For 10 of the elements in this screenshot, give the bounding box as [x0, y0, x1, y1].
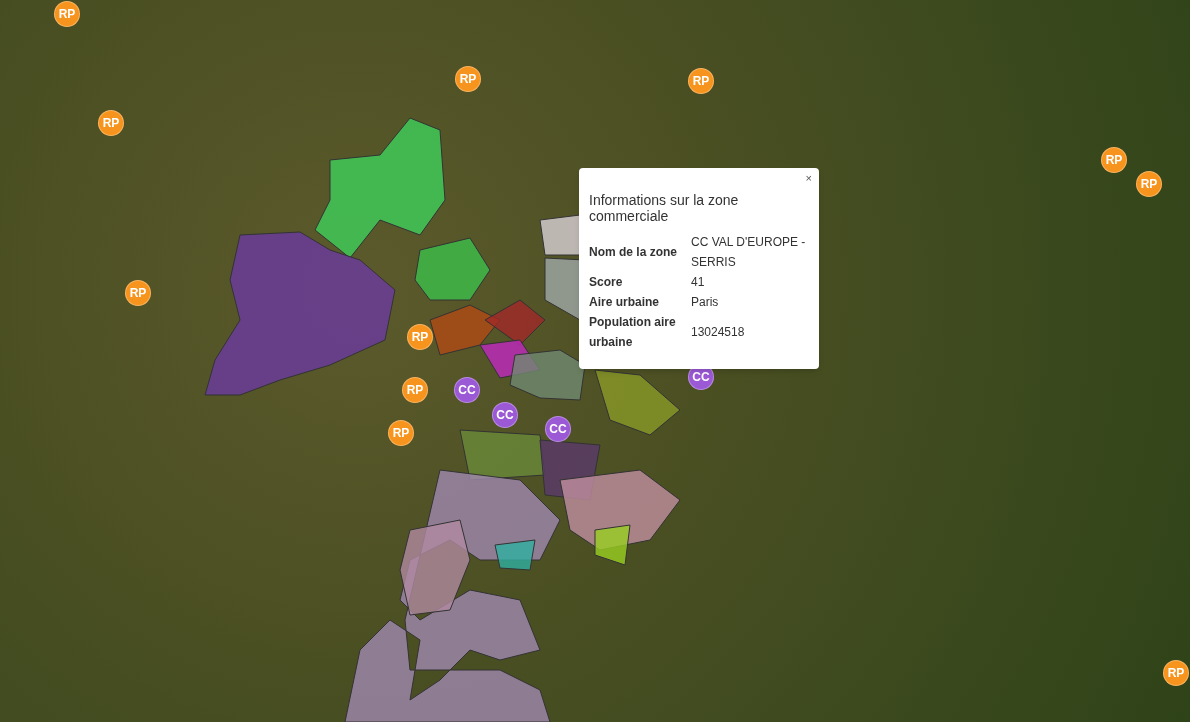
field-label: Population aire urbaine [589, 315, 676, 349]
field-label: Score [589, 275, 623, 289]
field-value: 13024518 [691, 325, 745, 339]
close-button[interactable]: × [803, 171, 814, 185]
popup-title: Informations sur la zone commerciale [589, 192, 740, 224]
field-value: 41 [691, 275, 705, 289]
field-label: Aire urbaine [589, 295, 660, 309]
field-label: Nom de la zone [589, 245, 677, 259]
field-value: Paris [691, 295, 719, 309]
field-value: CC VAL D'EUROPE - SERRIS [691, 235, 806, 269]
